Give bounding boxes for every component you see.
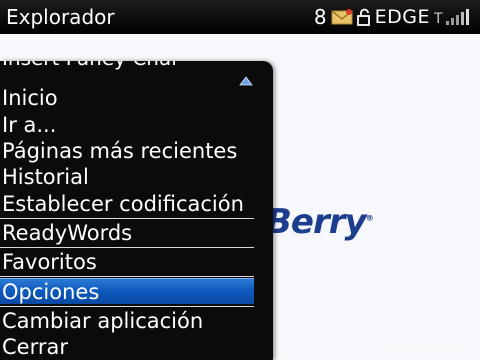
menu-item-clipped[interactable]: Insert Paney Chai xyxy=(2,61,242,69)
brand-logo: Berry® xyxy=(266,202,374,242)
menu-item-favoritos[interactable]: Favoritos xyxy=(0,249,254,275)
menu-divider xyxy=(0,276,254,277)
menu-divider xyxy=(0,306,254,307)
browser-menu[interactable]: Insert Paney Chai Inicio Ir a... Páginas… xyxy=(0,61,273,360)
menu-divider xyxy=(0,247,254,248)
menu-item-opciones[interactable]: Opciones xyxy=(0,278,254,304)
menu-item-inicio[interactable]: Inicio xyxy=(0,85,254,111)
status-bar: Explorador 8 EDGE T xyxy=(0,0,480,34)
envelope-icon[interactable] xyxy=(331,9,353,25)
registered-mark: ® xyxy=(365,213,374,223)
app-title: Explorador xyxy=(6,5,115,29)
brand-text: Berry xyxy=(266,202,367,242)
menu-divider xyxy=(0,218,254,219)
status-indicators: 8 EDGE T xyxy=(314,5,474,29)
watermark: Digitale.com xyxy=(381,340,470,356)
network-type: EDGE xyxy=(374,6,430,28)
signal-strength-icon: T xyxy=(434,9,469,27)
menu-item-cambiar-aplicacion[interactable]: Cambiar aplicación xyxy=(0,308,254,334)
lock-icon xyxy=(356,8,370,26)
menu-item-ir-a[interactable]: Ir a... xyxy=(0,112,254,138)
menu-item-cerrar[interactable]: Cerrar xyxy=(0,334,254,360)
menu-item-paginas-recientes[interactable]: Páginas más recientes xyxy=(0,138,254,164)
menu-item-codificacion[interactable]: Establecer codificación xyxy=(0,191,254,217)
menu-item-readywords[interactable]: ReadyWords xyxy=(0,220,254,246)
message-count: 8 xyxy=(313,5,327,29)
menu-item-historial[interactable]: Historial xyxy=(0,164,254,190)
svg-text:T: T xyxy=(434,11,443,27)
